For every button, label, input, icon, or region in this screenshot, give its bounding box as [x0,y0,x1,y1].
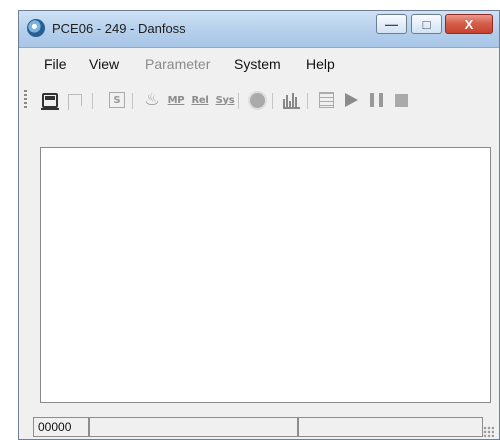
menu-help[interactable]: Help [306,56,335,72]
calculator-button[interactable] [315,89,337,111]
calculator-icon [318,92,334,108]
title-bar: PCE06 - 249 - Danfoss — □ X [19,11,499,48]
status-pane-2 [89,417,298,437]
disconnect-button[interactable] [64,89,86,111]
app-icon [27,19,45,37]
menu-parameter[interactable]: Parameter [145,56,210,72]
toolbar-grip[interactable] [24,90,27,110]
pause-icon [369,93,383,107]
menu-view[interactable]: View [89,56,119,72]
menu-system[interactable]: System [234,56,281,72]
train-icon [41,92,59,110]
play-button[interactable] [340,89,362,111]
mask-button[interactable]: ♨ [141,89,163,111]
pause-button[interactable] [365,89,387,111]
toolbar-separator [132,93,133,109]
bar-chart-icon [282,91,300,109]
mp-button[interactable]: MP [165,89,187,111]
toolbar-separator [272,93,273,109]
rel-button[interactable]: Rel [189,89,211,111]
maximize-button[interactable]: □ [411,14,442,34]
close-button[interactable]: X [445,14,493,34]
flag-icon [68,94,82,110]
stop-icon [394,93,408,107]
application-window: PCE06 - 249 - Danfoss — □ X File View Pa… [18,10,500,440]
sun-icon [249,92,265,108]
toolbar-separator [238,93,239,109]
toolbar-separator [92,93,93,109]
mask-icon: ♨ [144,89,160,110]
resize-grip-icon[interactable] [483,426,494,437]
toolbar: S ♨ MP Rel Sys [19,80,499,116]
menu-file[interactable]: File [44,56,67,72]
toolbar-separator [307,93,308,109]
sys-button[interactable]: Sys [214,89,236,111]
main-content-area[interactable] [40,147,491,403]
status-pane-3 [298,417,483,437]
s-button[interactable]: S [106,89,128,111]
s-icon: S [109,92,125,108]
sun-button[interactable] [246,89,268,111]
connect-button[interactable] [39,89,61,111]
bar-chart-button[interactable] [280,89,302,111]
minimize-button[interactable]: — [376,14,407,34]
status-code: 00000 [33,417,89,437]
menu-bar: File View Parameter System Help [19,51,499,77]
window-title: PCE06 - 249 - Danfoss [52,21,186,36]
play-icon [344,93,358,107]
stop-button[interactable] [390,89,412,111]
status-bar: 00000 [19,417,499,439]
